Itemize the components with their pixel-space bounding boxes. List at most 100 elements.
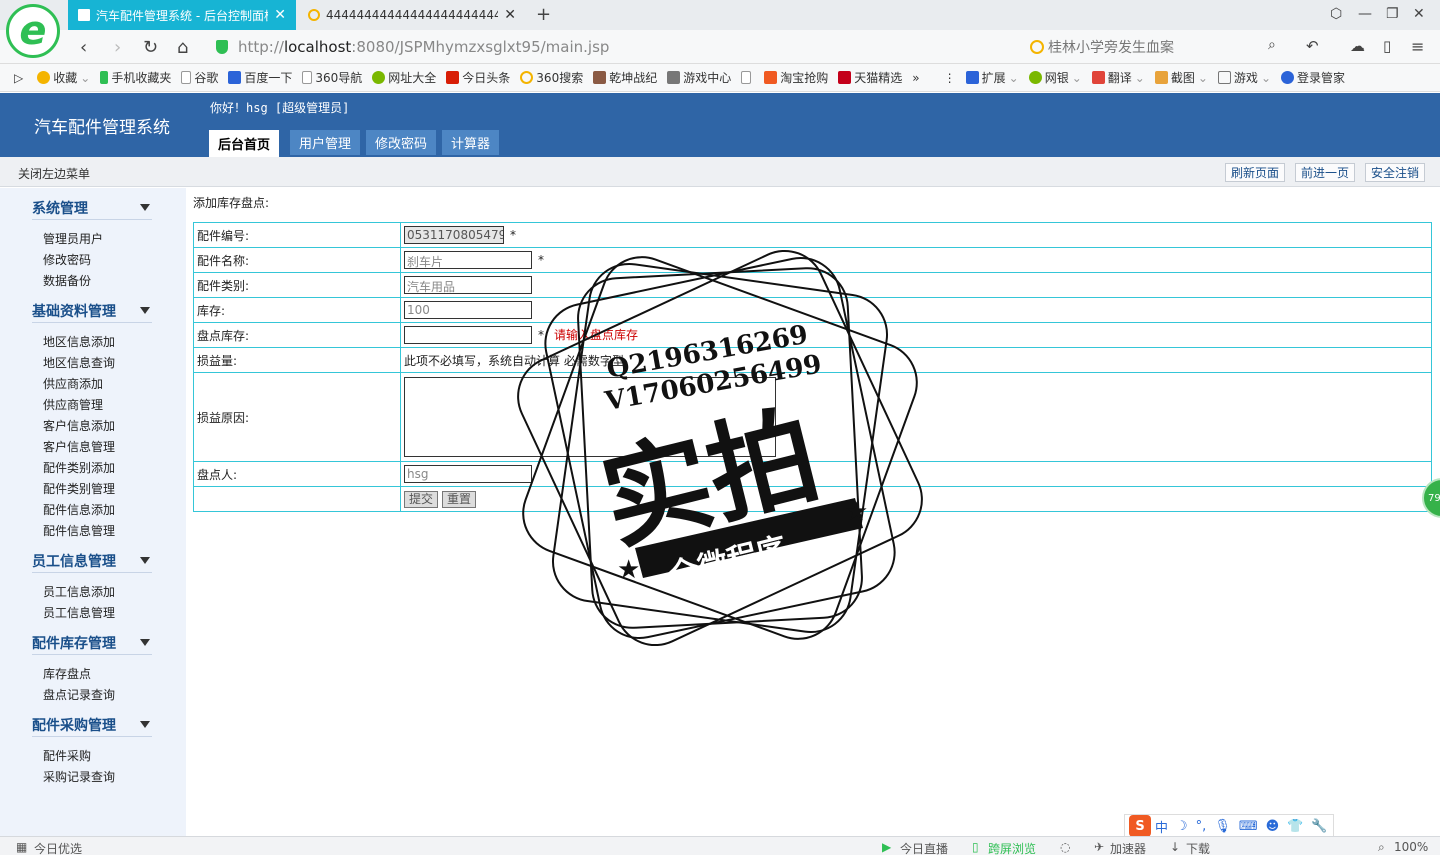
refresh-page-button[interactable]: 刷新页面 xyxy=(1225,163,1286,182)
forward-button[interactable]: › xyxy=(114,37,121,58)
bookmark-item[interactable]: 淘宝抢购 xyxy=(764,69,828,86)
sidebar-item-part-manage[interactable]: 配件信息管理 xyxy=(43,522,115,539)
status-zoom[interactable]: 100% xyxy=(1394,840,1428,854)
forward-page-button[interactable]: 前进一页 xyxy=(1295,163,1356,182)
sidebar-item-category-add[interactable]: 配件类别添加 xyxy=(43,459,115,476)
sidebar-item-backup[interactable]: 数据备份 xyxy=(43,272,91,289)
bookmark-item[interactable]: 手机收藏夹 xyxy=(100,69,171,86)
tab-home[interactable]: 后台首页 xyxy=(209,130,280,157)
close-window-button[interactable]: ✕ xyxy=(1413,6,1425,22)
bookmark-item[interactable]: 截图 ⌄ xyxy=(1154,69,1208,86)
bookmark-item[interactable]: 今日头条 xyxy=(446,69,510,86)
sidebar-item-purchase-records[interactable]: 采购记录查询 xyxy=(43,768,115,785)
sidebar-item-supplier-add[interactable]: 供应商添加 xyxy=(43,375,103,392)
bookmark-item[interactable]: 百度一下 xyxy=(228,69,292,86)
bookmark-item[interactable]: 游戏中心 xyxy=(667,69,731,86)
bookmark-item[interactable]: 登录管家 xyxy=(1281,69,1345,86)
category-input[interactable]: 汽车用品 xyxy=(404,276,532,294)
status-today-picks[interactable]: 今日优选 xyxy=(34,840,82,857)
tab-calculator[interactable]: 计算器 xyxy=(442,130,500,155)
sidebar-item-supplier-manage[interactable]: 供应商管理 xyxy=(43,396,103,413)
sidebar-item-employee-manage[interactable]: 员工信息管理 xyxy=(43,604,115,621)
stock-input[interactable]: 100 xyxy=(404,301,532,319)
required-mark: * xyxy=(510,227,516,242)
bookmark-item[interactable]: 网址大全 xyxy=(372,69,436,86)
restore-button[interactable]: ❐ xyxy=(1386,6,1399,22)
skin-icon[interactable]: ⬡ xyxy=(1330,6,1342,22)
counted-stock-input[interactable] xyxy=(404,326,532,345)
sidebar-item-region-add[interactable]: 地区信息添加 xyxy=(43,333,115,350)
sidebar-toggle-icon[interactable]: ▷ xyxy=(14,71,23,85)
ime-toolbar[interactable]: S 中 ☽ °, 🎙 ⌨ ☻ 👕 🔧 xyxy=(1124,814,1334,838)
sidebar-item-category-manage[interactable]: 配件类别管理 xyxy=(43,480,115,497)
bookmarks-more[interactable]: » xyxy=(912,71,919,85)
sidebar-item-purchase[interactable]: 配件采购 xyxy=(43,747,91,764)
sidebar-item-customer-manage[interactable]: 客户信息管理 xyxy=(43,438,115,455)
field-label: 损益原因: xyxy=(193,372,401,462)
loading-icon xyxy=(308,9,320,21)
search-input[interactable]: 桂林小学旁发生血案 xyxy=(1030,35,1286,59)
url-input[interactable]: http://localhost:8080/JSPMhymzxsglxt95/m… xyxy=(216,35,1026,59)
sidebar-group-basic-data[interactable]: 基础资料管理 xyxy=(32,301,152,323)
bookmark-item[interactable]: 扩展 ⌄ xyxy=(965,69,1019,86)
counter-input[interactable]: hsg xyxy=(404,465,532,483)
bookmark-favorites[interactable]: 收藏 ⌄ xyxy=(37,69,90,86)
bookmark-item[interactable]: 谷歌 xyxy=(181,69,218,86)
status-download[interactable]: 下载 xyxy=(1186,840,1210,857)
sidebar-group-purchase[interactable]: 配件采购管理 xyxy=(32,715,152,737)
minimize-button[interactable]: — xyxy=(1358,6,1372,22)
logout-button[interactable]: 安全注销 xyxy=(1365,163,1426,182)
sidebar-item-stocktake[interactable]: 库存盘点 xyxy=(43,665,91,682)
bookmark-item[interactable]: 翻译 ⌄ xyxy=(1091,69,1145,86)
menu-icon[interactable]: ≡ xyxy=(1411,37,1424,56)
bookmark-item[interactable]: 游戏 ⌄ xyxy=(1217,69,1271,86)
security-shield-icon xyxy=(216,40,228,54)
triangle-down-icon xyxy=(140,557,150,564)
back-button[interactable]: ‹ xyxy=(80,37,87,58)
more-dots-icon[interactable]: ⋮ xyxy=(944,71,956,85)
bookmark-item[interactable]: 天猫精选 xyxy=(838,69,902,86)
status-accelerator[interactable]: 加速器 xyxy=(1110,840,1146,857)
phone-icon[interactable]: ▯ xyxy=(1383,37,1391,55)
sidebar-item-region-query[interactable]: 地区信息查询 xyxy=(43,354,115,371)
bookmark-item[interactable]: 360导航 xyxy=(302,69,362,86)
part-no-input[interactable]: 05311708054796 xyxy=(404,226,504,244)
sidebar-item-stocktake-records[interactable]: 盘点记录查询 xyxy=(43,686,115,703)
search-icon[interactable]: ⌕ xyxy=(1268,37,1276,53)
bookmark-item[interactable]: 乾坤战纪 xyxy=(593,69,657,86)
sidebar-item-employee-add[interactable]: 员工信息添加 xyxy=(43,583,115,600)
punct-icon: °, xyxy=(1195,818,1207,834)
sidebar-item-customer-add[interactable]: 客户信息添加 xyxy=(43,417,115,434)
sidebar-group-inventory[interactable]: 配件库存管理 xyxy=(32,633,152,655)
part-name-input[interactable]: 刹车片 xyxy=(404,251,532,269)
home-button[interactable]: ⌂ xyxy=(177,37,188,58)
close-icon[interactable]: ✕ xyxy=(274,7,286,23)
sidebar-item-change-password[interactable]: 修改密码 xyxy=(43,251,91,268)
tab-label: 汽车配件管理系统 - 后台控制面板 xyxy=(96,8,269,23)
field-note: 此项不必填写，系统自动计算 必需数字型 xyxy=(400,347,1432,373)
status-live[interactable]: 今日直播 xyxy=(900,840,948,857)
tab-users[interactable]: 用户管理 xyxy=(290,130,361,155)
sidebar-group-employee[interactable]: 员工信息管理 xyxy=(32,551,152,573)
reset-button[interactable]: 重置 xyxy=(442,490,477,508)
reason-textarea[interactable] xyxy=(404,377,776,457)
bookmark-item[interactable]: 360搜索 xyxy=(520,69,583,86)
reload-button[interactable]: ↻ xyxy=(143,37,158,58)
sidebar-group-system[interactable]: 系统管理 xyxy=(32,198,152,220)
sidebar-item-part-add[interactable]: 配件信息添加 xyxy=(43,501,115,518)
app-title: 汽车配件管理系统 xyxy=(34,118,170,138)
close-icon[interactable]: ✕ xyxy=(504,7,516,23)
browser-tab[interactable]: 444444444444444444444444 ✕ xyxy=(298,0,526,30)
bookmark-item[interactable] xyxy=(741,71,754,84)
browser-logo[interactable]: e xyxy=(6,4,60,58)
close-left-menu-link[interactable]: 关闭左边菜单 xyxy=(18,165,90,182)
tab-change-password[interactable]: 修改密码 xyxy=(366,130,437,155)
new-tab-button[interactable]: + xyxy=(536,4,551,25)
sidebar-item-admin-users[interactable]: 管理员用户 xyxy=(43,230,103,247)
status-cross-screen[interactable]: 跨屏浏览 xyxy=(988,840,1036,857)
undo-icon[interactable]: ↶ xyxy=(1306,37,1319,55)
bookmark-item[interactable]: 网银 ⌄ xyxy=(1028,69,1082,86)
browser-tab-active[interactable]: 汽车配件管理系统 - 后台控制面板 ✕ xyxy=(68,0,296,30)
submit-button[interactable]: 提交 xyxy=(404,490,439,508)
cloud-icon[interactable]: ☁ xyxy=(1350,37,1365,55)
